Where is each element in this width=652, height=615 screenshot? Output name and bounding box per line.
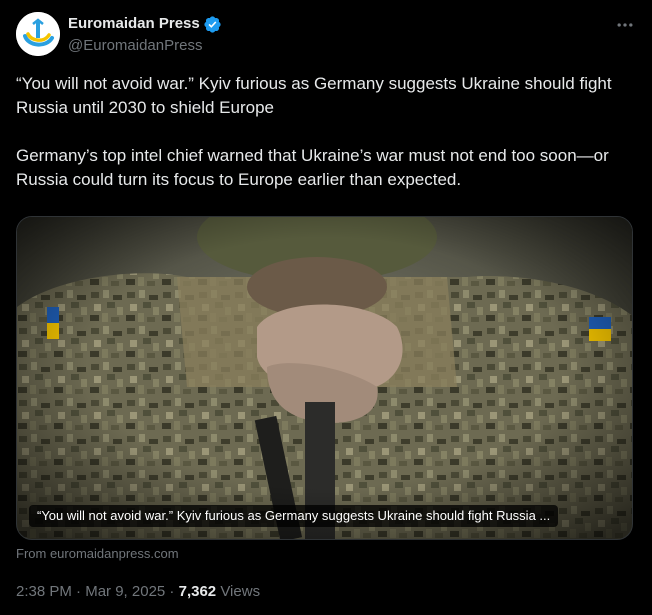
name-row: Euromaidan Press (68, 13, 222, 35)
link-card[interactable]: “You will not avoid war.” Kyiv furious a… (16, 216, 633, 540)
display-name[interactable]: Euromaidan Press (68, 13, 200, 35)
views-label: Views (216, 583, 261, 600)
card-source-link[interactable]: From euromaidanpress.com (16, 545, 179, 563)
tweet-paragraph: Germany’s top intel chief warned that Uk… (16, 146, 609, 189)
tweet-text: “You will not avoid war.” Kyiv furious a… (16, 72, 636, 192)
handle[interactable]: @EuromaidanPress (68, 36, 222, 56)
avatar[interactable] (16, 12, 60, 56)
more-dots-icon (617, 23, 633, 27)
tweet[interactable]: Euromaidan Press @EuromaidanPress “You w… (0, 0, 652, 615)
author-block: Euromaidan Press @EuromaidanPress (68, 13, 222, 56)
views-count[interactable]: 7,362 (179, 583, 217, 600)
more-menu-button[interactable] (614, 14, 636, 36)
tweet-paragraph: “You will not avoid war.” Kyiv furious a… (16, 74, 612, 117)
verified-badge-icon[interactable] (203, 15, 222, 34)
meta-separator: · (71, 583, 86, 600)
timestamp-time[interactable]: 2:38 PM (16, 583, 72, 600)
card-image (17, 217, 632, 539)
tweet-meta: 2:38 PM · Mar 9, 2025 · 7,362 Views (16, 582, 260, 602)
euromaidan-logo-icon (16, 12, 60, 56)
card-caption: “You will not avoid war.” Kyiv furious a… (29, 505, 559, 527)
timestamp-date[interactable]: Mar 9, 2025 (85, 583, 165, 600)
meta-separator: · (165, 583, 179, 600)
